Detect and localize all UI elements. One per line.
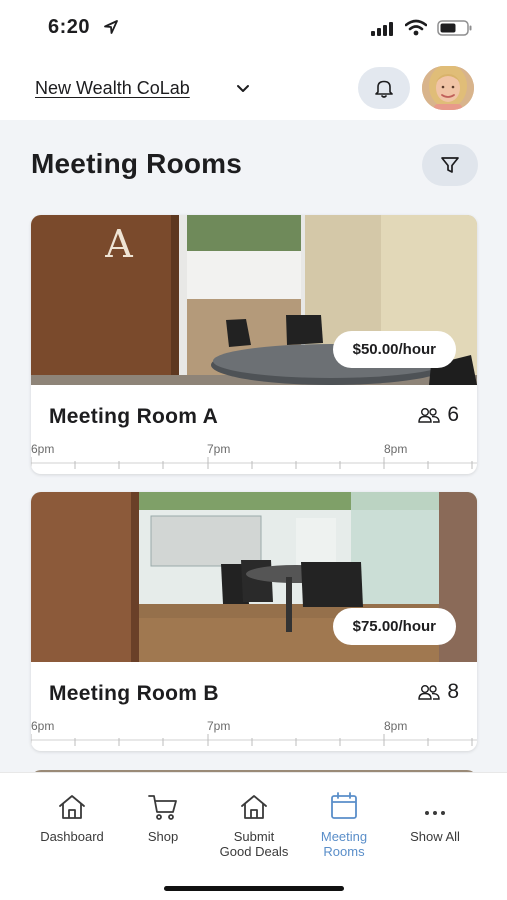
room-capacity: 8 [417,680,459,704]
availability-timeline[interactable]: 6pm 7pm 8pm [31,716,477,751]
availability-timeline[interactable]: 6pm 7pm 8pm [31,439,477,474]
nav-item-submit-good-deals[interactable]: Submit Good Deals [209,787,299,859]
bell-icon [375,80,393,98]
wifi-icon [405,19,427,36]
location-arrow-icon [104,20,118,34]
user-photo [422,66,474,110]
room-card-meeting-room-a[interactable]: A $50.00/hour Meeting Room A 6 6pm 7pm 8… [31,215,477,474]
nav-item-dashboard[interactable]: Dashboard [27,787,117,844]
nav-label: Meeting Rooms [320,829,368,859]
svg-text:A: A [104,222,133,266]
nav-label: Shop [147,829,179,844]
capacity-count: 6 [447,403,459,426]
filter-button[interactable] [422,144,478,186]
price-badge: $75.00/hour [332,608,456,645]
app-header: New Wealth CoLab [0,56,507,120]
nav-item-meeting-rooms[interactable]: Meeting Rooms [299,787,389,859]
bottom-navigation: Dashboard Shop Submit Good Deals Meeting… [0,772,507,900]
capacity-count: 8 [447,680,459,703]
battery-icon [437,20,472,36]
room-name: Meeting Room A [49,405,219,428]
avatar[interactable] [422,66,474,110]
status-time: 6:20 [48,16,91,38]
meeting-rooms-list[interactable]: Meeting Rooms A $50.00/hour Meeting Room [0,120,507,772]
nav-item-shop[interactable]: Shop [118,787,208,844]
more-icon [425,811,445,815]
nav-item-show-all[interactable]: Show All [390,787,480,844]
timeline-ticks [31,734,477,746]
timeline-ticks [31,457,477,469]
home-icon [59,795,85,819]
cart-icon [148,795,177,820]
cellular-signal-icon [371,22,393,36]
room-card-meeting-room-b[interactable]: $75.00/hour Meeting Room B 8 6pm 7pm 8pm [31,492,477,751]
home-indicator[interactable] [164,886,344,891]
room-capacity: 6 [417,403,459,427]
nav-label: Show All [410,829,460,844]
organization-selector[interactable]: New Wealth CoLab [35,78,190,99]
room-name: Meeting Room B [49,682,219,705]
price-badge: $50.00/hour [332,331,456,368]
calendar-icon [331,792,357,819]
chevron-down-icon[interactable] [236,84,250,94]
nav-label: Dashboard [40,829,104,844]
status-bar: 6:20 [0,0,507,56]
filter-icon [441,157,459,173]
people-icon [418,685,441,700]
notifications-button[interactable] [358,67,410,109]
page-title: Meeting Rooms [31,148,243,179]
people-icon [418,408,441,423]
nav-label: Submit Good Deals [219,829,289,859]
home-icon [241,795,267,819]
